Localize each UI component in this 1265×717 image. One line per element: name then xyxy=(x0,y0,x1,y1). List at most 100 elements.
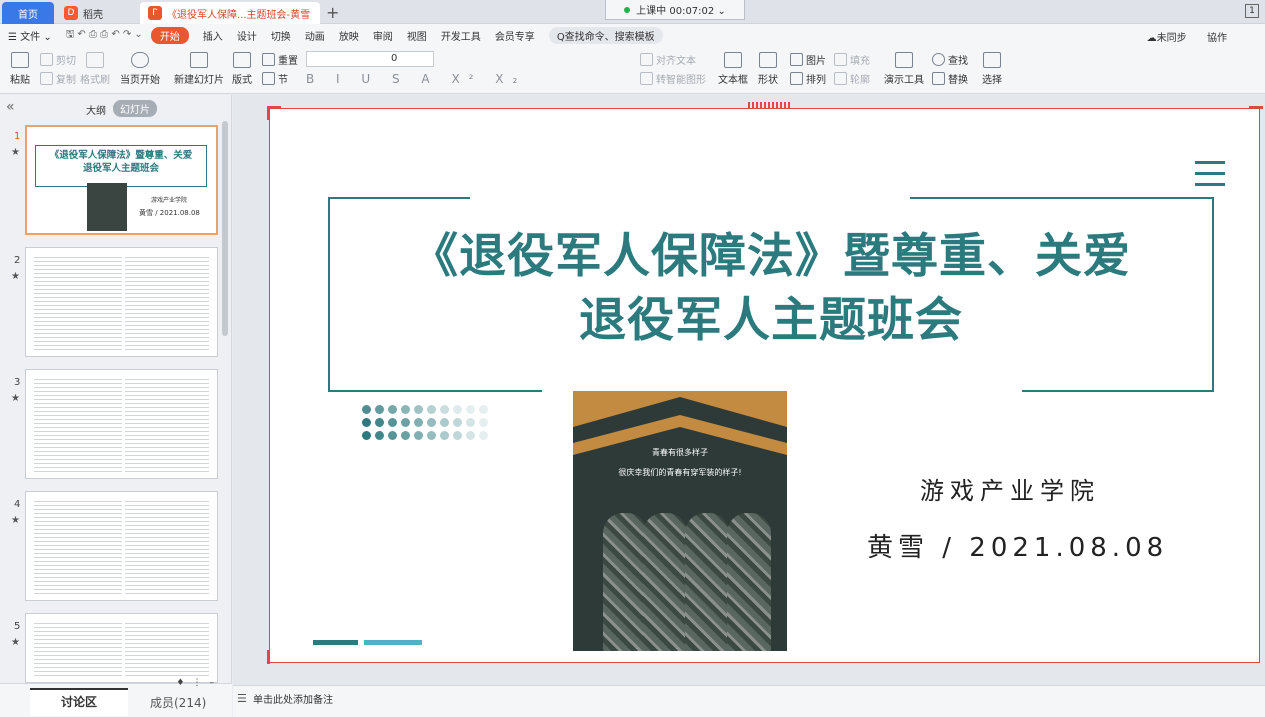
new-slide-label: 新建幻灯片 xyxy=(174,75,224,86)
sync-collab[interactable]: ☁未同步 協作 xyxy=(1147,29,1241,44)
menu-member[interactable]: 会员专享 xyxy=(495,28,535,43)
textbox-button[interactable]: 文本框 xyxy=(718,52,748,86)
text-format-buttons[interactable]: B I U S A X² X₂ xyxy=(306,72,526,86)
soldier-figure xyxy=(643,513,687,651)
tab-slides[interactable]: 幻灯片 xyxy=(113,100,157,117)
soldier-figure xyxy=(685,513,729,651)
slide-canvas[interactable]: 《退役军人保障法》暨尊重、关爱 退役军人主题班会 青春有很多样子 很庆幸我们的青… xyxy=(269,108,1260,663)
shape-icon xyxy=(759,52,777,68)
smartart-button[interactable]: 转智能图形 xyxy=(640,71,706,86)
window-count-icon[interactable]: 1 xyxy=(1245,4,1259,18)
textbox-label: 文本框 xyxy=(718,75,748,86)
thumb-text-lines xyxy=(34,254,122,350)
reset-button[interactable]: 重置 xyxy=(262,52,298,67)
shape-button[interactable]: 形状 xyxy=(758,52,778,86)
decorative-dot xyxy=(479,431,488,440)
new-tab-button[interactable]: + xyxy=(326,3,339,22)
outline-button[interactable]: 轮廓 xyxy=(834,71,870,86)
find-button[interactable]: 查找 xyxy=(932,52,968,67)
collapse-panel-icon[interactable]: « xyxy=(6,99,15,115)
slide-title[interactable]: 《退役军人保障法》暨尊重、关爱 退役军人主题班会 xyxy=(328,225,1214,353)
decorative-dot xyxy=(440,431,449,440)
menu-developer[interactable]: 开发工具 xyxy=(441,28,481,43)
collab-button[interactable]: 協作 xyxy=(1207,33,1227,44)
notes-area[interactable]: ☰ 单击此处添加备注 xyxy=(233,685,1265,717)
section-icon xyxy=(262,72,275,85)
format-painter-button[interactable]: 格式刷 xyxy=(80,52,110,86)
decorative-dot xyxy=(401,431,410,440)
menu-home[interactable]: 开始 xyxy=(150,26,189,44)
author-date[interactable]: 黄雪 / 2021.08.08 xyxy=(867,527,1168,564)
arrange-button[interactable]: 排列 xyxy=(790,71,826,86)
tab-daoke-label: 稻壳 xyxy=(83,9,103,21)
menu-review[interactable]: 审阅 xyxy=(373,28,393,43)
panel-scrollbar[interactable] xyxy=(222,121,228,336)
decorative-dot xyxy=(388,405,397,414)
layout-button[interactable]: 版式 xyxy=(232,52,252,86)
decorative-dot xyxy=(362,405,371,414)
slide-thumbnail-4[interactable] xyxy=(25,491,218,601)
tab-document[interactable]: P《退役军人保障...主题班会-黄雪 xyxy=(140,2,320,24)
decorative-dot xyxy=(466,418,475,427)
cut-button[interactable]: 剪切 xyxy=(40,52,76,67)
select-button[interactable]: 选择 xyxy=(982,52,1002,86)
picture-button[interactable]: 图片 xyxy=(790,52,826,67)
decorative-dot xyxy=(466,431,475,440)
command-search[interactable]: Q查找命令、搜索模板 xyxy=(548,26,663,44)
menu-view[interactable]: 视图 xyxy=(407,28,427,43)
layout-label: 版式 xyxy=(232,75,252,86)
slide-thumbnail-1[interactable]: 《退役军人保障法》暨尊重、关爱 退役军人主题班会 游戏产业学院 黄雪 / 2021… xyxy=(25,125,218,235)
section-button[interactable]: 节 xyxy=(262,71,288,86)
class-timer[interactable]: 上课中 00:07:02 ⌄ xyxy=(605,0,745,20)
fill-button[interactable]: 填充 xyxy=(834,52,870,67)
layout-icon xyxy=(233,52,251,68)
school-name[interactable]: 游戏产业学院 xyxy=(920,471,1100,506)
font-size-input[interactable]: 0 xyxy=(306,51,434,67)
unsaved-dot-icon xyxy=(154,10,160,16)
find-label: 查找 xyxy=(948,56,968,67)
decorative-dot xyxy=(453,405,462,414)
decorative-dot xyxy=(479,405,488,414)
tab-members[interactable]: 成员(214) xyxy=(150,694,206,711)
slide-thumbnail-5[interactable] xyxy=(25,613,218,683)
decorative-dot xyxy=(375,418,384,427)
slide-title-line2: 退役军人主题班会 xyxy=(579,293,963,348)
tab-discussion[interactable]: 讨论区 xyxy=(30,688,128,716)
soldiers-photo[interactable]: 青春有很多样子 很庆幸我们的青春有穿军装的样子! xyxy=(573,391,787,651)
outline-icon xyxy=(834,72,847,85)
new-slide-button[interactable]: 新建幻灯片 xyxy=(174,52,224,86)
outline-label: 轮廓 xyxy=(850,75,870,86)
soldier-figure xyxy=(603,513,647,651)
decorative-dot xyxy=(440,405,449,414)
panel-header: « 大纲 幻灯片 xyxy=(0,95,232,121)
slide-start-label: 当页开始 xyxy=(120,75,160,86)
discussion-tools-icon[interactable]: ♦⋮– xyxy=(176,678,222,688)
menu-file[interactable]: ☰ 文件 ⌄ xyxy=(8,28,52,43)
animation-star-icon: ★ xyxy=(11,637,20,648)
sync-status[interactable]: ☁未同步 xyxy=(1147,33,1187,44)
tab-bar: 首页 D 稻壳 P《退役军人保障...主题班会-黄雪 + 上课中 00:07:02… xyxy=(0,0,1265,24)
quick-access-icons[interactable]: 🖫 ↶ ⎙ ⎙ ↶ ↷ ⌄ xyxy=(66,27,143,44)
slide-start-button[interactable]: 当页开始 xyxy=(120,52,160,86)
decorative-dot xyxy=(414,405,423,414)
align-text-button[interactable]: 对齐文本 xyxy=(640,52,696,67)
copy-button[interactable]: 复制 xyxy=(40,71,76,86)
slide-thumbnail-2[interactable] xyxy=(25,247,218,357)
replace-button[interactable]: 替换 xyxy=(932,71,968,86)
paste-button[interactable]: 粘贴 xyxy=(10,52,30,86)
slide-number: 2 xyxy=(14,255,21,266)
menu-slideshow[interactable]: 放映 xyxy=(339,28,359,43)
tab-document-label: 《退役军人保障...主题班会-黄雪 xyxy=(167,9,311,21)
menu-design[interactable]: 设计 xyxy=(237,28,257,43)
tab-daoke[interactable]: D 稻壳 xyxy=(56,2,136,24)
menu-transition[interactable]: 切换 xyxy=(271,28,291,43)
decorative-dot xyxy=(466,405,475,414)
menu-animation[interactable]: 动画 xyxy=(305,28,325,43)
present-tools-button[interactable]: 演示工具 xyxy=(884,52,924,86)
thumb-text-lines xyxy=(34,498,122,594)
tab-outline[interactable]: 大纲 xyxy=(86,102,106,117)
menu-insert[interactable]: 插入 xyxy=(203,28,223,43)
tab-home[interactable]: 首页 xyxy=(2,2,54,24)
decorative-dot xyxy=(453,431,462,440)
slide-thumbnail-3[interactable] xyxy=(25,369,218,479)
